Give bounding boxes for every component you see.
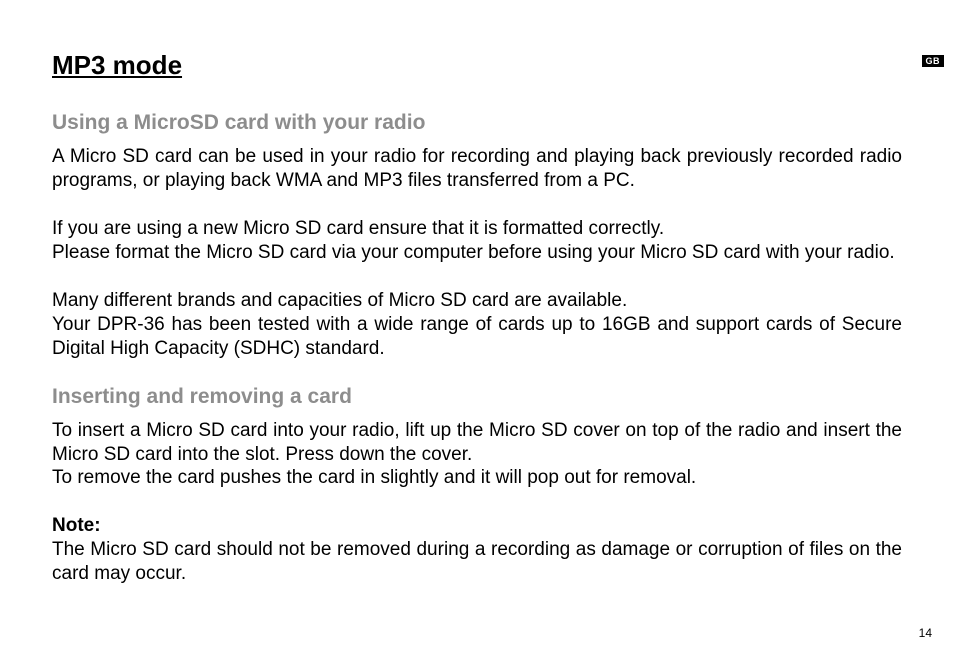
paragraph: To insert a Micro SD card into your radi… [52,419,902,491]
paragraph: Many different brands and capacities of … [52,289,902,361]
note-text: The Micro SD card should not be removed … [52,539,902,584]
language-badge: GB [922,55,945,67]
note-paragraph: Note: The Micro SD card should not be re… [52,514,902,586]
paragraph: A Micro SD card can be used in your radi… [52,145,902,193]
paragraph: If you are using a new Micro SD card ens… [52,217,902,265]
note-label: Note: [52,515,101,536]
section-heading-using-microsd: Using a MicroSD card with your radio [52,111,902,135]
section-heading-inserting-removing: Inserting and removing a card [52,385,902,409]
page-title: MP3 mode [52,50,902,81]
page-number: 14 [919,626,932,640]
document-page: GB MP3 mode Using a MicroSD card with yo… [0,0,954,668]
